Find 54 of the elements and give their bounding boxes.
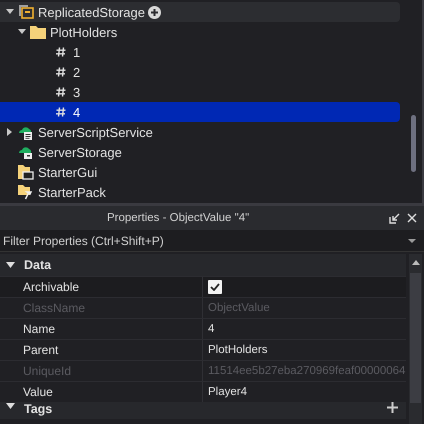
hash-icon bbox=[56, 107, 66, 117]
tree-item[interactable]: StarterPack bbox=[0, 182, 400, 202]
tree-item-label: ServerScriptService bbox=[38, 124, 153, 140]
caret-down-icon[interactable] bbox=[18, 29, 26, 35]
tree-item-label: 4 bbox=[73, 104, 80, 120]
tree-item[interactable]: PlotHolders bbox=[0, 22, 400, 42]
caret-down-icon[interactable] bbox=[6, 9, 14, 15]
scrollbar-thumb[interactable] bbox=[410, 273, 421, 403]
property-name: Name bbox=[0, 319, 203, 339]
hash-icon bbox=[56, 87, 66, 97]
scrollbar-thumb[interactable] bbox=[411, 115, 416, 172]
undock-icon[interactable] bbox=[389, 212, 400, 224]
close-icon[interactable] bbox=[407, 213, 417, 223]
property-value[interactable]: PlotHolders bbox=[208, 344, 268, 356]
tree-item[interactable]: ServerStorage bbox=[0, 142, 400, 162]
property-name: UniqueId bbox=[0, 361, 203, 381]
folder-hammer-icon bbox=[18, 184, 34, 200]
tree-item-label: StarterPack bbox=[38, 184, 106, 200]
property-name: Parent bbox=[0, 340, 203, 360]
property-value[interactable]: 4 bbox=[208, 323, 214, 335]
tree-item[interactable]: ReplicatedStorage bbox=[0, 2, 400, 22]
property-name: ClassName bbox=[0, 298, 203, 318]
tree-item-label: ReplicatedStorage bbox=[38, 4, 145, 20]
folder-icon bbox=[30, 25, 46, 39]
checkbox[interactable] bbox=[208, 280, 222, 294]
section-title: Tags bbox=[24, 402, 54, 416]
add-circle-icon[interactable] bbox=[148, 6, 161, 18]
panel-title: Properties - ObjectValue "4" bbox=[107, 212, 250, 224]
property-value[interactable]: Player4 bbox=[208, 386, 247, 398]
property-name: Archivable bbox=[0, 277, 203, 297]
caret-right-icon[interactable] bbox=[7, 128, 13, 136]
scroll-up-icon[interactable] bbox=[412, 260, 420, 265]
folder-window-icon bbox=[18, 164, 34, 180]
tree-item[interactable]: 1 bbox=[0, 42, 400, 62]
hash-icon bbox=[56, 47, 66, 57]
add-icon[interactable] bbox=[387, 402, 398, 413]
caret-down-icon[interactable] bbox=[408, 239, 416, 244]
tree-item-label: 2 bbox=[73, 64, 80, 80]
caret-down-icon[interactable] bbox=[6, 402, 15, 411]
tree-item[interactable]: 2 bbox=[0, 62, 400, 82]
tree-item-label: 3 bbox=[73, 84, 80, 100]
tree-item[interactable]: StarterGui bbox=[0, 162, 400, 182]
tree-item-label: PlotHolders bbox=[50, 24, 118, 40]
tree-item-label: 1 bbox=[73, 44, 80, 60]
caret-down-icon[interactable] bbox=[6, 260, 15, 270]
filter-field[interactable]: Filter Properties (Ctrl+Shift+P) bbox=[0, 230, 424, 252]
tree-item[interactable]: 3 bbox=[0, 82, 400, 102]
tree-item-label: StarterGui bbox=[38, 164, 98, 180]
section-title: Data bbox=[24, 258, 52, 272]
hash-icon bbox=[56, 67, 66, 77]
storage-box-icon bbox=[18, 4, 34, 20]
tree-item[interactable]: 4 bbox=[0, 102, 400, 122]
tree-item[interactable]: ServerScriptService bbox=[0, 122, 400, 142]
tree-item-label: ServerStorage bbox=[38, 144, 122, 160]
